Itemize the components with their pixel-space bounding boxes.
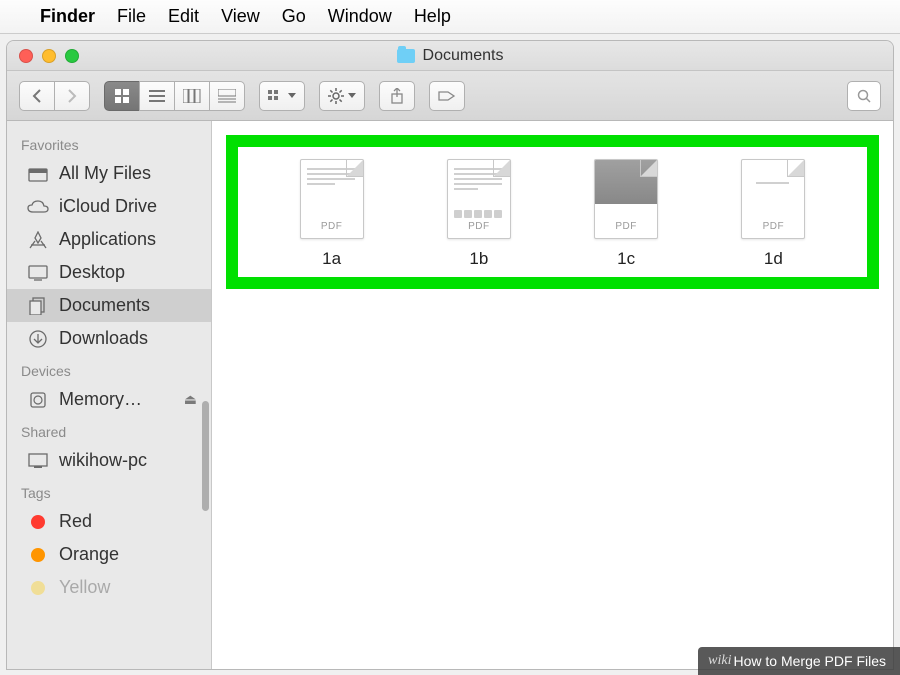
menu-help[interactable]: Help [414, 6, 451, 27]
sidebar-item-tag-orange[interactable]: Orange [7, 538, 211, 571]
sidebar-item-label: Desktop [59, 262, 125, 283]
desktop-icon [27, 265, 49, 281]
eject-icon[interactable]: ⏏ [184, 391, 197, 408]
downloads-icon [27, 330, 49, 348]
sidebar-item-label: Yellow [59, 577, 110, 598]
sidebar-item-documents[interactable]: Documents [7, 289, 211, 322]
column-view-button[interactable] [174, 81, 210, 111]
sidebar-item-label: Orange [59, 544, 119, 565]
highlight-box: PDF 1a PDF 1b PDF [226, 135, 879, 289]
chevron-down-icon [348, 93, 356, 99]
folder-icon [397, 49, 415, 63]
sidebar-item-label: iCloud Drive [59, 196, 157, 217]
file-item[interactable]: PDF 1b [414, 159, 544, 269]
menu-go[interactable]: Go [282, 6, 306, 27]
pdf-thumbnail-icon: PDF [300, 159, 364, 239]
file-name: 1d [764, 249, 783, 269]
view-buttons [104, 81, 245, 111]
sidebar-scrollbar[interactable] [202, 401, 209, 511]
sidebar-item-label: Downloads [59, 328, 148, 349]
window-title-text: Documents [423, 47, 504, 65]
coverflow-view-button[interactable] [209, 81, 245, 111]
close-button[interactable] [19, 49, 33, 63]
sidebar-item-label: Memory… [59, 389, 142, 410]
icon-view-button[interactable] [104, 81, 140, 111]
pdf-thumbnail-icon: PDF [594, 159, 658, 239]
disk-icon [27, 391, 49, 409]
file-item[interactable]: PDF 1a [267, 159, 397, 269]
icloud-icon [27, 200, 49, 214]
sidebar-section-shared: Shared [7, 416, 211, 444]
zoom-button[interactable] [65, 49, 79, 63]
file-item[interactable]: PDF 1d [708, 159, 838, 269]
documents-icon [27, 297, 49, 315]
menu-view[interactable]: View [221, 6, 260, 27]
gear-icon [328, 88, 344, 104]
file-name: 1b [469, 249, 488, 269]
sidebar-item-tag-yellow[interactable]: Yellow [7, 571, 211, 604]
pdf-thumbnail-icon: PDF [447, 159, 511, 239]
sidebar-item-tag-red[interactable]: Red [7, 505, 211, 538]
menu-file[interactable]: File [117, 6, 146, 27]
tag-dot-icon [27, 581, 49, 595]
sidebar-item-desktop[interactable]: Desktop [7, 256, 211, 289]
sidebar-item-memory[interactable]: Memory… ⏏ [7, 383, 211, 416]
sidebar-section-favorites: Favorites [7, 129, 211, 157]
finder-content[interactable]: PDF 1a PDF 1b PDF [212, 121, 893, 669]
sidebar-section-devices: Devices [7, 355, 211, 383]
sidebar-item-label: wikihow-pc [59, 450, 147, 471]
wikihow-caption: wikiHow to Merge PDF Files [698, 647, 900, 675]
forward-button[interactable] [54, 81, 90, 111]
menu-edit[interactable]: Edit [168, 6, 199, 27]
sidebar-section-tags: Tags [7, 477, 211, 505]
caption-prefix: wiki [708, 653, 731, 669]
menu-window[interactable]: Window [328, 6, 392, 27]
window-controls [19, 49, 79, 63]
finder-window: Documents [6, 40, 894, 670]
sidebar-item-label: Red [59, 511, 92, 532]
sidebar-item-wikihow-pc[interactable]: wikihow-pc [7, 444, 211, 477]
caption-text: How to Merge PDF Files [734, 653, 886, 669]
sidebar-item-all-my-files[interactable]: All My Files [7, 157, 211, 190]
pc-icon [27, 453, 49, 469]
file-item[interactable]: PDF 1c [561, 159, 691, 269]
list-view-button[interactable] [139, 81, 175, 111]
sidebar-item-downloads[interactable]: Downloads [7, 322, 211, 355]
tags-button[interactable] [429, 81, 465, 111]
sidebar-item-label: Applications [59, 229, 156, 250]
sidebar-item-label: Documents [59, 295, 150, 316]
file-name: 1c [617, 249, 635, 269]
nav-buttons [19, 81, 90, 111]
minimize-button[interactable] [42, 49, 56, 63]
window-title: Documents [397, 47, 504, 65]
back-button[interactable] [19, 81, 55, 111]
sidebar-item-icloud[interactable]: iCloud Drive [7, 190, 211, 223]
tag-dot-icon [27, 548, 49, 562]
tag-dot-icon [27, 515, 49, 529]
search-icon [857, 89, 871, 103]
applications-icon [27, 231, 49, 249]
window-titlebar[interactable]: Documents [7, 41, 893, 71]
sidebar-item-label: All My Files [59, 163, 151, 184]
finder-toolbar [7, 71, 893, 121]
share-button[interactable] [379, 81, 415, 111]
system-menubar: Finder File Edit View Go Window Help [0, 0, 900, 34]
finder-sidebar: Favorites All My Files iCloud Drive Appl… [7, 121, 212, 669]
share-icon [390, 88, 404, 104]
file-name: 1a [322, 249, 341, 269]
tag-icon [438, 89, 456, 103]
all-my-files-icon [27, 166, 49, 182]
app-menu[interactable]: Finder [40, 6, 95, 27]
arrange-button[interactable] [259, 81, 305, 111]
action-button[interactable] [319, 81, 365, 111]
sidebar-item-applications[interactable]: Applications [7, 223, 211, 256]
pdf-thumbnail-icon: PDF [741, 159, 805, 239]
search-button[interactable] [847, 81, 881, 111]
chevron-down-icon [288, 93, 296, 99]
